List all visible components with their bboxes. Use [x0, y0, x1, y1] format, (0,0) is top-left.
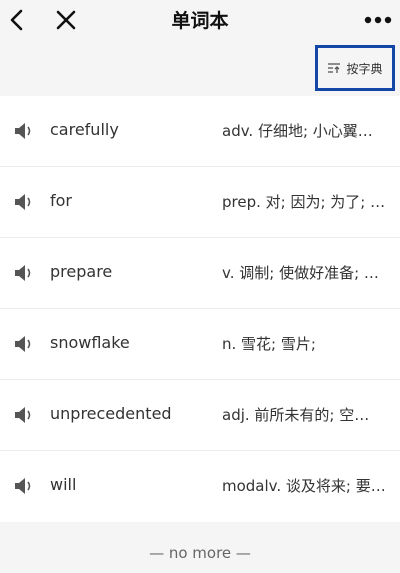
word-definition: adj. 前所未有的; 空…: [222, 406, 370, 424]
word-text[interactable]: prepare: [50, 262, 112, 281]
word-row[interactable]: prepare v. 调制; 使做好准备; …: [0, 238, 400, 309]
sort-label: 按字典: [346, 61, 383, 76]
word-row[interactable]: for prep. 对; 因为; 为了; …: [0, 167, 400, 238]
speaker-icon[interactable]: [14, 193, 36, 211]
word-definition: modalv. 谈及将来; 要…: [222, 477, 386, 495]
word-text[interactable]: unprecedented: [50, 404, 172, 423]
speaker-icon[interactable]: [14, 264, 36, 282]
speaker-icon[interactable]: [14, 406, 36, 424]
word-list: carefully adv. 仔细地; 小心翼… for prep. 对; 因为…: [0, 96, 400, 522]
speaker-icon[interactable]: [14, 477, 36, 495]
more-icon[interactable]: [362, 4, 394, 36]
word-definition: v. 调制; 使做好准备; …: [222, 264, 379, 282]
speaker-icon[interactable]: [14, 335, 36, 353]
list-end-indicator: — no more —: [149, 544, 251, 562]
word-text[interactable]: snowflake: [50, 333, 130, 352]
word-row[interactable]: carefully adv. 仔细地; 小心翼…: [0, 96, 400, 167]
nav-bar: 单词本: [0, 0, 400, 40]
word-definition: prep. 对; 因为; 为了; …: [222, 193, 386, 211]
word-text[interactable]: will: [50, 475, 76, 494]
word-text[interactable]: for: [50, 191, 72, 210]
sort-icon: [328, 63, 341, 73]
speaker-icon[interactable]: [14, 122, 36, 140]
page-title: 单词本: [171, 10, 229, 32]
word-row[interactable]: will modalv. 谈及将来; 要…: [0, 451, 400, 522]
word-row[interactable]: snowflake n. 雪花; 雪片;: [0, 309, 400, 380]
word-definition: n. 雪花; 雪片;: [222, 335, 316, 353]
word-row[interactable]: unprecedented adj. 前所未有的; 空…: [0, 380, 400, 451]
word-definition: adv. 仔细地; 小心翼…: [222, 122, 373, 140]
word-text[interactable]: carefully: [50, 120, 119, 139]
sort-by-dictionary-button[interactable]: 按字典: [315, 45, 395, 91]
